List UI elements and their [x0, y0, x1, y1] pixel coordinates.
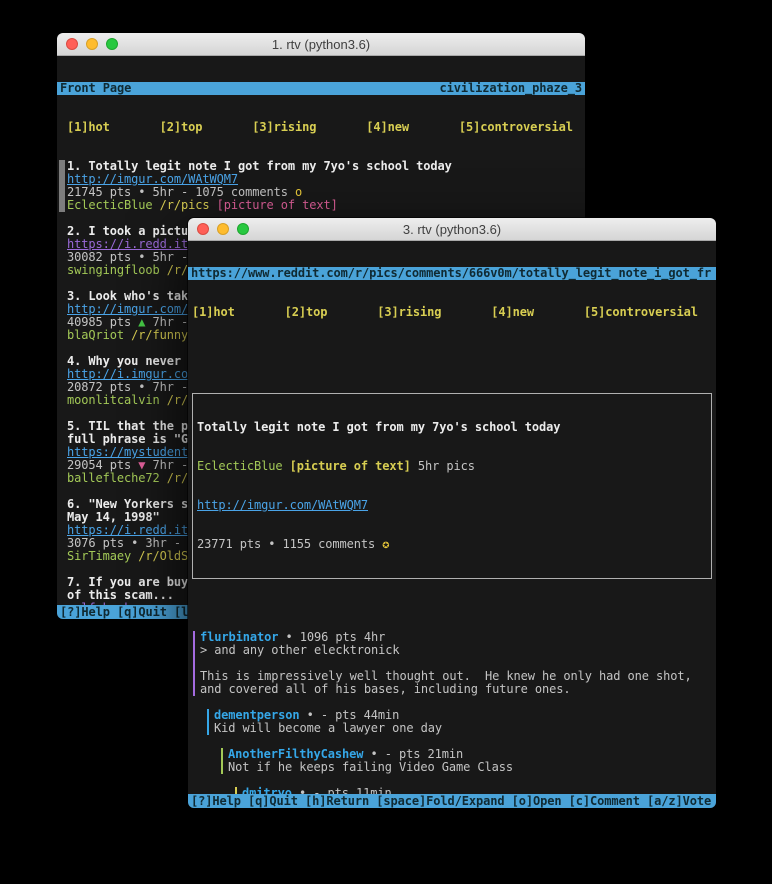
submission-title: Totally legit note I got from my 7yo's s… [197, 420, 560, 434]
comment-block[interactable]: flurbinator • 1096 pts 4hr> and any othe… [193, 631, 716, 696]
front-terminal-content: https://www.reddit.com/r/pics/comments/6… [188, 241, 716, 808]
comment-text: This is impressively well thought out. H… [200, 669, 692, 683]
url-bar: https://www.reddit.com/r/pics/comments/6… [188, 267, 716, 280]
tab-rising[interactable]: [3]rising [252, 120, 316, 134]
gilded-icon: o [288, 185, 302, 199]
post-score: 29054 pts [67, 458, 138, 472]
tab-controversial[interactable]: [5]controversial [584, 305, 698, 319]
post-subreddit[interactable]: /r/ [160, 393, 189, 407]
post-score: 20872 pts [67, 380, 138, 394]
sort-tabs: [1]hot [2]top [3]rising [4]new [5]contro… [188, 306, 716, 319]
tab-new[interactable]: [4]new [366, 120, 409, 134]
post-age-comments: 7hr - [145, 380, 188, 394]
tab-top[interactable]: [2]top [285, 305, 328, 319]
post-link[interactable]: http://imgur.com/WAtWQM7 [67, 172, 238, 186]
post-score: 40985 pts [67, 315, 138, 329]
post-author[interactable]: moonlitcalvin [67, 393, 160, 407]
comment-body-line: Kid will become a lawyer one day [214, 722, 716, 735]
post-author[interactable]: blaQriot [67, 328, 124, 342]
listing-header-bar: Front Page civilization_phaze_3 [57, 82, 585, 95]
post-link[interactable]: http://imgur.com/ [67, 302, 188, 316]
submission-link[interactable]: http://imgur.com/WAtWQM7 [197, 498, 368, 512]
comment-meta: • 1096 pts 4hr [278, 630, 385, 644]
comment-meta: • - pts 21min [363, 747, 463, 761]
post-age-comments: 3hr - [138, 536, 181, 550]
post-row[interactable]: 1. Totally legit note I got from my 7yo'… [57, 160, 585, 212]
comment-list: flurbinator • 1096 pts 4hr> and any othe… [188, 631, 716, 808]
post-title: 4. Why you never [67, 354, 188, 368]
gilded-icon: ✪ [382, 537, 389, 551]
tab-rising[interactable]: [3]rising [377, 305, 441, 319]
post-age-comments: 7hr - [145, 315, 188, 329]
comment-author[interactable]: AnotherFilthyCashew [228, 747, 363, 761]
zoom-button[interactable] [237, 223, 249, 235]
tab-controversial[interactable]: [5]controversial [459, 120, 573, 134]
comment-block[interactable]: AnotherFilthyCashew • - pts 21minNot if … [221, 748, 716, 774]
tab-hot[interactable]: [1]hot [192, 305, 235, 319]
post-link[interactable]: https://i.redd.it [67, 523, 188, 537]
post-score: 21745 pts [67, 185, 138, 199]
comment-meta: • - pts 44min [300, 708, 400, 722]
comment-body-line: > and any other elecktronick [200, 644, 716, 657]
comment-text: Not if he keeps failing Video Game Class [228, 760, 513, 774]
submission-stats: 23771 pts • 1155 comments [197, 537, 382, 551]
submission-author[interactable]: EclecticBlue [197, 459, 283, 473]
submission-meta: 5hr pics [411, 459, 475, 473]
front-terminal-window[interactable]: 3. rtv (python3.6) https://www.reddit.co… [188, 218, 716, 808]
comment-block[interactable]: dementperson • - pts 44minKid will becom… [207, 709, 716, 735]
close-button[interactable] [66, 38, 78, 50]
tab-new[interactable]: [4]new [491, 305, 534, 319]
comment-author[interactable]: dementperson [214, 708, 300, 722]
comment-author[interactable]: flurbinator [200, 630, 278, 644]
comment-body-line: Not if he keeps failing Video Game Class [228, 761, 716, 774]
front-status-bar: [?]Help [q]Quit [h]Return [space]Fold/Ex… [188, 794, 716, 808]
zoom-button[interactable] [106, 38, 118, 50]
tab-hot[interactable]: [1]hot [67, 120, 110, 134]
post-title: 1. Totally legit note I got from my 7yo'… [67, 159, 452, 173]
submission-flair: [picture of text] [283, 459, 411, 473]
minimize-button[interactable] [86, 38, 98, 50]
post-author-line: EclecticBlue /r/pics [picture of text] [67, 199, 585, 212]
post-score: 30082 pts [67, 250, 138, 264]
sort-tabs: [1]hot [2]top [3]rising [4]new [5]contro… [57, 121, 585, 134]
minimize-button[interactable] [217, 223, 229, 235]
submission-box[interactable]: Totally legit note I got from my 7yo's s… [192, 393, 712, 579]
post-author[interactable]: swingingfloob [67, 263, 160, 277]
back-window-title: 1. rtv (python3.6) [57, 37, 585, 52]
post-author[interactable]: SirTimaey [67, 549, 131, 563]
post-subreddit[interactable]: /r/pics [153, 198, 210, 212]
post-flair: [picture of text] [210, 198, 338, 212]
post-author[interactable]: ballefleche72 [67, 471, 160, 485]
post-title: of this scam... [67, 588, 174, 602]
username-label: civilization_phaze_3 [440, 82, 583, 95]
post-subreddit[interactable]: /r/OldS [131, 549, 188, 563]
post-subreddit[interactable]: /r/funny [124, 328, 188, 342]
post-title: 6. "New Yorkers s [67, 497, 188, 511]
post-title: May 14, 1998" [67, 510, 160, 524]
page-title: Front Page [60, 82, 131, 95]
comment-text: > and any other elecktronick [200, 643, 400, 657]
tab-top[interactable]: [2]top [160, 120, 203, 134]
post-subreddit[interactable]: /r/ [160, 471, 189, 485]
comment-text: and covered all of his bases, including … [200, 682, 570, 696]
post-score: 3076 pts [67, 536, 131, 550]
post-link[interactable]: http://i.imgur.co [67, 367, 188, 381]
post-age-comments: 7hr - [145, 458, 188, 472]
front-window-title: 3. rtv (python3.6) [188, 222, 716, 237]
post-title: 7. If you are buy [67, 575, 188, 589]
comment-body-line: and covered all of his bases, including … [200, 683, 716, 696]
post-link[interactable]: https://mystudent [67, 445, 188, 459]
close-button[interactable] [197, 223, 209, 235]
post-author[interactable]: EclecticBlue [67, 198, 153, 212]
post-age-comments: 5hr - 1075 comments [145, 185, 288, 199]
post-title: 5. TIL that the p [67, 419, 188, 433]
back-window-titlebar[interactable]: 1. rtv (python3.6) [57, 33, 585, 56]
spacer [188, 345, 716, 358]
comment-text: Kid will become a lawyer one day [214, 721, 442, 735]
front-window-titlebar[interactable]: 3. rtv (python3.6) [188, 218, 716, 241]
post-title: full phrase is "G [67, 432, 188, 446]
